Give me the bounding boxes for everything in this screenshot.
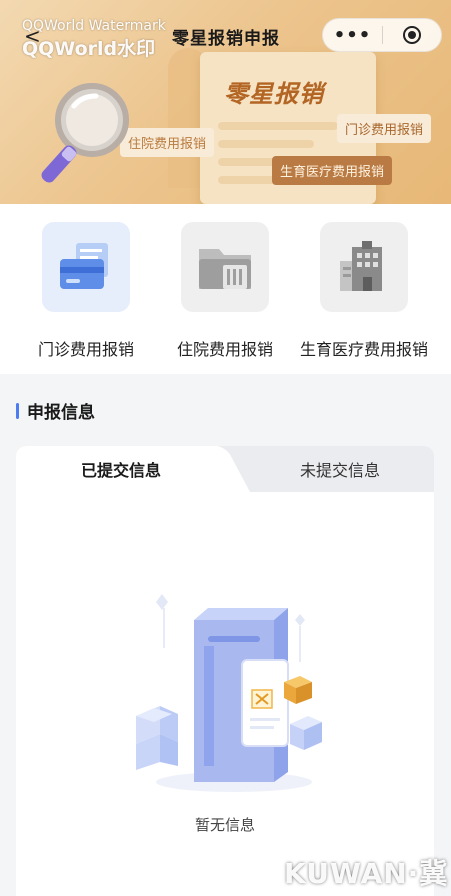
service-grid: 门诊费用报销 住院费用报销 生育医疗费用报销 [0, 204, 451, 374]
outpatient-card-icon [60, 243, 108, 289]
tab-bar: 已提交信息 未提交信息 [16, 446, 434, 492]
service-inpatient[interactable]: 住院费用报销 [155, 222, 295, 360]
service-inpatient-tile [181, 222, 269, 312]
empty-document-icon [136, 594, 322, 792]
service-maternity-label: 生育医疗费用报销 [299, 340, 428, 359]
hospital-building-icon [340, 241, 382, 291]
more-menu-button[interactable]: ••• [323, 25, 382, 46]
section-accent-bar [16, 402, 19, 419]
page-title: 零星报销申报 [172, 29, 280, 49]
close-circle-icon [402, 26, 421, 44]
service-outpatient[interactable]: 门诊费用报销 [16, 222, 156, 360]
back-button[interactable]: < [24, 24, 41, 48]
service-maternity[interactable]: 生育医疗费用报销 [294, 222, 434, 360]
watermark-line-1: QQWorld Watermark [22, 18, 166, 34]
magnifier-icon [41, 83, 129, 183]
section-title: 申报信息 [27, 403, 95, 423]
banner-title: 零星报销 [224, 80, 324, 108]
service-outpatient-label: 门诊费用报销 [37, 340, 134, 359]
service-inpatient-label: 住院费用报销 [176, 340, 273, 359]
miniprogram-capsule: ••• [322, 18, 442, 52]
corner-watermark: KUWAN·冀云 [284, 857, 449, 890]
header-banner: 零星报销 门诊费用报销 住院费用报销 生育医疗费用报销 QQWorld Wate… [0, 0, 451, 204]
service-outpatient-tile [42, 222, 130, 312]
tab-unsubmitted[interactable]: 未提交信息 [246, 446, 434, 492]
close-miniprogram-button[interactable] [383, 26, 441, 44]
tab-submitted[interactable]: 已提交信息 [16, 446, 226, 492]
inpatient-folder-icon [199, 249, 251, 289]
service-maternity-tile [320, 222, 408, 312]
empty-state-text: 暂无信息 [194, 816, 255, 834]
banner-tag-outpatient: 门诊费用报销 [337, 114, 432, 143]
watermark-line-2: QQWorld水印 [22, 38, 156, 60]
banner-tag-maternity: 生育医疗费用报销 [272, 156, 393, 185]
section-header: 申报信息 [16, 398, 95, 423]
declaration-card: 已提交信息 未提交信息 暂无信息 [16, 446, 434, 896]
